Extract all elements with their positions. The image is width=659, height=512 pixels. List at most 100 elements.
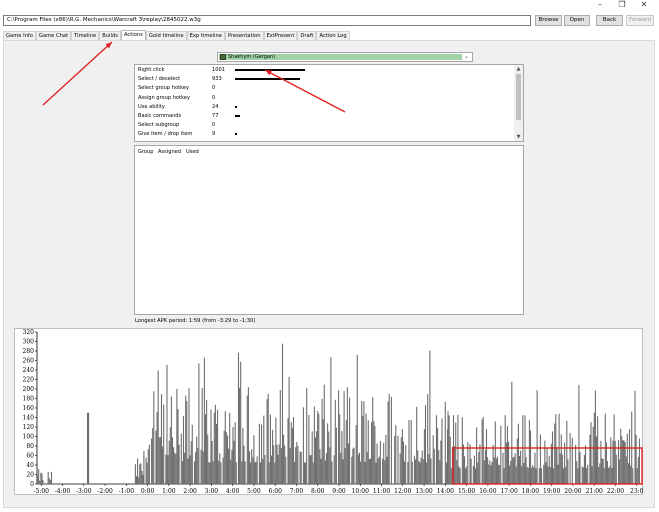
action-count: 933 [212, 76, 222, 83]
x-tick-label: 15:00 [458, 488, 475, 495]
column-header-used[interactable]: Used [186, 149, 199, 156]
minimize-icon[interactable]: – [589, 0, 611, 11]
apm-bar [582, 467, 584, 484]
player-select[interactable]: Shakhym (Gergan) ⌄ [217, 52, 473, 62]
apm-bar [533, 467, 535, 484]
apm-bar [595, 436, 598, 484]
apm-bar [613, 414, 615, 484]
apm-bar [615, 454, 617, 484]
apm-bar [490, 465, 492, 484]
apm-bar [528, 420, 530, 484]
apm-bar [449, 436, 451, 484]
apm-bar [303, 462, 306, 484]
scroll-up-icon[interactable]: ▲ [514, 65, 523, 73]
apm-bar [365, 413, 367, 484]
scroll-thumb[interactable] [516, 74, 521, 120]
apm-bar [447, 411, 449, 484]
apm-bar [137, 458, 139, 484]
close-icon[interactable]: ✕ [633, 0, 655, 11]
apm-bar [493, 457, 495, 484]
replay-path-input[interactable]: C:\Program Files (x86)\R.G. Mechanics\Wa… [3, 15, 531, 26]
apm-bar [198, 363, 200, 484]
apm-bar [483, 460, 485, 484]
forward-button[interactable]: Forward [626, 15, 654, 26]
apm-bar [138, 477, 140, 484]
back-button[interactable]: Back [596, 15, 623, 26]
apm-bar [407, 462, 409, 484]
apm-bar [422, 459, 424, 484]
tab-gold-timeline[interactable]: Gold timeline [145, 31, 187, 40]
apm-bar [291, 427, 293, 484]
apm-bar [539, 434, 541, 484]
action-row[interactable]: Give item / drop item 9 [135, 130, 515, 139]
apm-bar [274, 462, 276, 484]
y-tick-label: 260 [23, 358, 35, 365]
browse-button[interactable]: Browse [535, 15, 562, 26]
tab-action-log[interactable]: Action Log [316, 31, 350, 40]
tab-actions[interactable]: Actions [120, 30, 146, 40]
action-count: 9 [212, 131, 216, 138]
open-button[interactable]: Open [564, 15, 590, 26]
apm-bar [377, 458, 379, 484]
apm-bar [158, 437, 160, 484]
column-header-group[interactable]: Group [138, 149, 154, 156]
action-row[interactable]: Select subgroup 0 [135, 121, 515, 130]
apm-bar [496, 456, 499, 484]
apm-bar [343, 391, 345, 484]
apm-bar [349, 397, 351, 484]
apm-bar [165, 454, 167, 484]
apm-bar [181, 461, 183, 484]
action-row[interactable]: Select / deselect 933 [135, 75, 515, 84]
group-hotkey-table[interactable]: Group Assigned Used [134, 145, 524, 315]
actions-list-scrollbar[interactable]: ▲ ▼ [514, 65, 523, 141]
apm-bar [213, 412, 215, 484]
x-tick-label: 14:00 [437, 488, 454, 495]
apm-bar [230, 459, 232, 484]
apm-bar [611, 468, 613, 484]
apm-bar [357, 454, 359, 484]
apm-bar [547, 466, 549, 484]
tab-timeline[interactable]: Timeline [71, 31, 100, 40]
tab-draft[interactable]: Draft [297, 31, 317, 40]
actions-list[interactable]: Give item / drop item 9 Select subgroup 0 Ba… [134, 64, 524, 142]
apm-bar [390, 396, 392, 484]
apm-bar [204, 414, 207, 484]
apm-bar [318, 413, 320, 484]
x-tick-label: -5:00 [33, 488, 49, 495]
apm-bar [342, 459, 344, 484]
apm-bar [376, 443, 378, 484]
apm-bar [576, 461, 578, 484]
tab-extpresent[interactable]: ExtPresent [263, 31, 298, 40]
action-row[interactable]: Select group hotkey 0 [135, 84, 515, 93]
apm-bar [401, 429, 403, 484]
apm-bar [546, 447, 548, 484]
apm-bar [360, 461, 362, 484]
action-row[interactable]: Basic commands 77 [135, 112, 515, 121]
apm-bar [482, 416, 484, 484]
x-tick-label: 11:00 [373, 488, 390, 495]
tab-presentation[interactable]: Presentation [224, 31, 264, 40]
action-row[interactable]: Use ability 24 [135, 103, 515, 112]
apm-bar [331, 461, 333, 484]
tab-builds[interactable]: Builds [99, 31, 121, 40]
restore-icon[interactable]: ❐ [611, 0, 633, 11]
apm-bar [488, 464, 490, 484]
apm-bar [316, 431, 318, 484]
apm-bar [562, 468, 565, 484]
action-row[interactable]: Assign group hotkey 0 [135, 94, 515, 103]
tab-exp-timeline[interactable]: Exp timeline [186, 31, 225, 40]
apm-bar [511, 381, 513, 484]
tab-game-info[interactable]: Game Info [3, 31, 36, 40]
apm-bar [240, 361, 242, 484]
apm-bar [261, 424, 263, 484]
chevron-down-icon[interactable]: ⌄ [462, 53, 471, 61]
apm-bar [621, 436, 623, 484]
apm-bar [335, 427, 337, 484]
x-tick-label: 3:00 [205, 488, 219, 495]
scroll-down-icon[interactable]: ▼ [514, 133, 523, 141]
apm-bar [458, 466, 460, 484]
x-tick-label: -3:00 [76, 488, 92, 495]
action-row[interactable]: Right click 1001 [135, 66, 515, 75]
tab-game-chat[interactable]: Game Chat [35, 31, 72, 40]
column-header-assigned[interactable]: Assigned [158, 149, 181, 156]
